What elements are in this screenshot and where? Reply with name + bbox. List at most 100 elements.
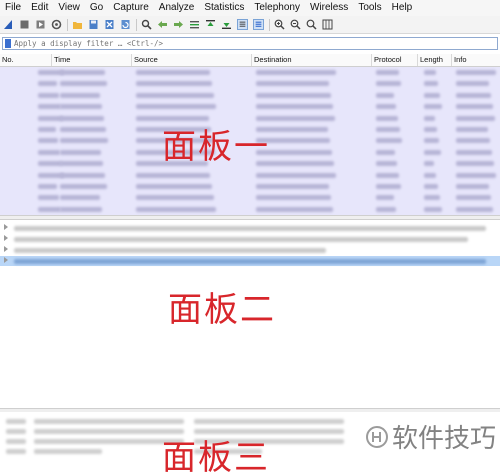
column-time[interactable]: Time xyxy=(52,54,132,66)
packet-cell xyxy=(376,206,396,212)
packet-cell xyxy=(456,70,496,75)
packet-cell xyxy=(38,127,56,132)
packet-cell xyxy=(38,149,60,155)
packet-cell xyxy=(38,161,62,167)
reload-icon[interactable] xyxy=(120,19,131,30)
packet-cell xyxy=(60,138,108,144)
menu-analyze[interactable]: Analyze xyxy=(154,0,200,16)
display-filter-input[interactable] xyxy=(14,38,497,49)
pane-two-label: 面板二 xyxy=(168,290,276,330)
column-no[interactable]: No. xyxy=(0,54,52,66)
packet-row[interactable] xyxy=(0,192,500,203)
packet-cell xyxy=(60,206,102,212)
menu-help[interactable]: Help xyxy=(387,0,418,16)
open-file-icon[interactable] xyxy=(72,19,83,30)
packet-row[interactable] xyxy=(0,67,500,78)
packet-details-pane[interactable]: 面板二 xyxy=(0,220,500,408)
restart-icon[interactable] xyxy=(35,19,46,30)
menu-view[interactable]: View xyxy=(53,0,85,16)
packet-cell xyxy=(60,149,101,155)
save-icon[interactable] xyxy=(88,19,99,30)
detail-tree-row[interactable] xyxy=(0,223,500,233)
expand-arrow-icon[interactable] xyxy=(4,257,8,263)
packet-cell xyxy=(38,206,61,212)
packet-cell xyxy=(456,115,495,121)
column-destination[interactable]: Destination xyxy=(252,54,372,66)
packet-cell xyxy=(456,138,490,144)
packet-list-pane[interactable]: 面板一 xyxy=(0,67,500,215)
zoom-out-icon[interactable] xyxy=(290,19,301,30)
packet-cell xyxy=(256,92,331,98)
packet-cell xyxy=(456,127,488,132)
stop-icon[interactable] xyxy=(19,19,30,30)
packet-row[interactable] xyxy=(0,78,500,89)
packet-cell xyxy=(38,138,58,144)
zoom-normal-icon[interactable] xyxy=(306,19,317,30)
colorize-icon[interactable] xyxy=(253,19,264,30)
packet-row[interactable] xyxy=(0,170,500,181)
packet-cell xyxy=(136,81,212,87)
packet-cell xyxy=(376,184,401,189)
menu-edit[interactable]: Edit xyxy=(26,0,53,16)
packet-cell xyxy=(376,138,402,144)
menu-go[interactable]: Go xyxy=(85,0,108,16)
close-file-icon[interactable] xyxy=(104,19,115,30)
options-icon[interactable] xyxy=(51,19,62,30)
packet-cell xyxy=(424,81,438,87)
resize-columns-icon[interactable] xyxy=(322,19,333,30)
packet-cell xyxy=(136,172,210,178)
packet-cell xyxy=(424,138,439,144)
forward-icon[interactable] xyxy=(173,19,184,30)
packet-cell xyxy=(376,92,394,98)
menu-tools[interactable]: Tools xyxy=(353,0,386,16)
expand-arrow-icon[interactable] xyxy=(4,246,8,252)
expand-arrow-icon[interactable] xyxy=(4,224,8,230)
menu-telephony[interactable]: Telephony xyxy=(249,0,305,16)
bookmark-icon[interactable] xyxy=(5,39,11,48)
column-length[interactable]: Length xyxy=(418,54,452,66)
column-source[interactable]: Source xyxy=(132,54,252,66)
find-icon[interactable] xyxy=(141,19,152,30)
packet-cell xyxy=(136,92,214,98)
packet-cell xyxy=(60,127,106,132)
packet-cell xyxy=(60,70,105,75)
column-protocol[interactable]: Protocol xyxy=(372,54,418,66)
menu-capture[interactable]: Capture xyxy=(108,0,154,16)
packet-cell xyxy=(256,184,329,189)
packet-cell xyxy=(456,161,494,167)
packet-cell xyxy=(424,206,442,212)
toolbar-separator xyxy=(136,18,137,31)
packet-cell xyxy=(424,149,441,155)
menu-statistics[interactable]: Statistics xyxy=(199,0,249,16)
first-packet-icon[interactable] xyxy=(205,19,216,30)
detail-tree-row[interactable] xyxy=(0,234,500,244)
expand-arrow-icon[interactable] xyxy=(4,235,8,241)
packet-cell xyxy=(456,149,492,155)
packet-row[interactable] xyxy=(0,181,500,192)
column-info[interactable]: Info xyxy=(452,54,500,66)
packet-cell xyxy=(60,161,103,167)
detail-tree-row[interactable] xyxy=(0,256,500,266)
bytes-cell xyxy=(34,449,102,454)
back-icon[interactable] xyxy=(157,19,168,30)
packet-cell xyxy=(424,195,440,201)
detail-tree-text xyxy=(14,248,326,253)
go-to-packet-icon[interactable] xyxy=(189,19,200,30)
last-packet-icon[interactable] xyxy=(221,19,232,30)
zoom-in-icon[interactable] xyxy=(274,19,285,30)
packet-row[interactable] xyxy=(0,90,500,101)
bytes-row[interactable] xyxy=(0,416,350,426)
menu-wireless[interactable]: Wireless xyxy=(305,0,353,16)
detail-tree-row[interactable] xyxy=(0,245,500,255)
packet-cell xyxy=(456,104,493,110)
packet-cell xyxy=(456,81,489,87)
packet-cell xyxy=(424,92,440,98)
autoscroll-icon[interactable] xyxy=(237,19,248,30)
main-toolbar xyxy=(0,16,500,34)
packet-cell xyxy=(136,184,212,189)
shark-fin-icon[interactable] xyxy=(3,19,14,30)
packet-row[interactable] xyxy=(0,204,500,215)
menu-file[interactable]: File xyxy=(0,0,26,16)
packet-row[interactable] xyxy=(0,101,500,112)
packet-cell xyxy=(136,104,216,110)
